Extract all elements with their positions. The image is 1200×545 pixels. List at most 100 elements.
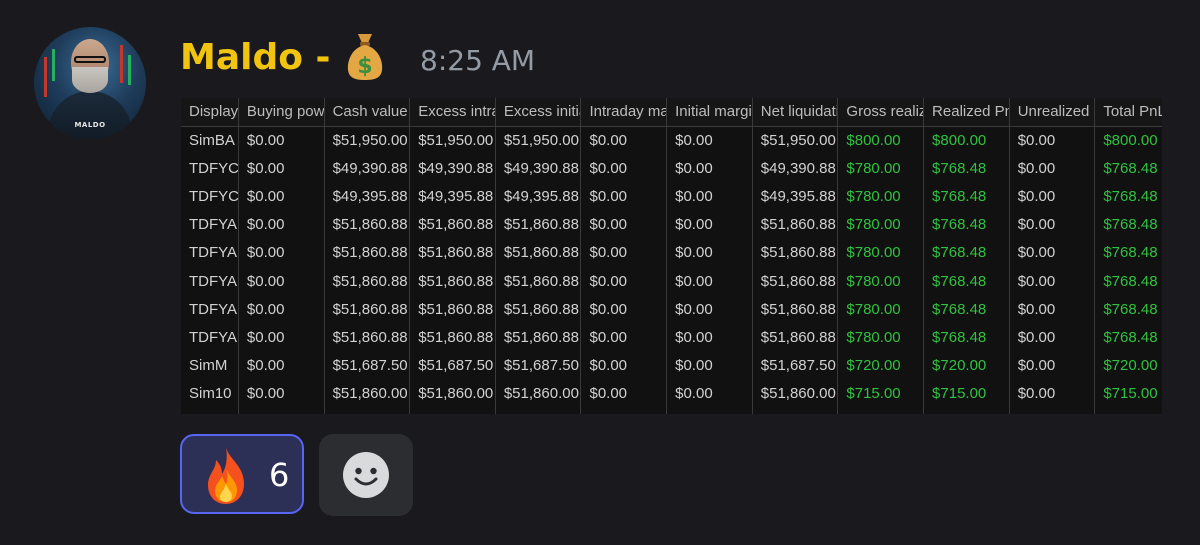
- table-cell: $51,860.88: [752, 295, 839, 324]
- table-cell: $51,687.50: [409, 351, 496, 380]
- column-header[interactable]: Unrealized: [1009, 98, 1096, 127]
- table-cell: $0.00: [580, 379, 668, 408]
- table-row[interactable]: TDFYA $0.00 $51,860.88 $51,860.88 $51,860.88…: [181, 295, 1162, 324]
- table-cell: $768.48: [923, 238, 1010, 267]
- table-cell: $51,860.00: [409, 379, 496, 408]
- column-header[interactable]: Excess intraday: [409, 98, 496, 127]
- table-cell: $0.00: [666, 295, 753, 324]
- table-cell: $780.00: [837, 238, 925, 267]
- table-cell: $780.00: [837, 210, 925, 239]
- table-cell: $51,860.88: [495, 266, 582, 296]
- column-header[interactable]: Intraday margin: [580, 98, 668, 127]
- smiley-icon: [343, 452, 389, 498]
- table-header-row: Display Buying power Cash value Excess intr…: [181, 98, 1162, 127]
- table-cell: TDFYA: [181, 210, 239, 239]
- table-cell: [181, 407, 239, 414]
- table-cell: $768.48: [1094, 154, 1162, 183]
- table-cell: $51,860.88: [324, 295, 411, 324]
- table-cell: [580, 407, 668, 414]
- table-cell: $51,860.88: [324, 238, 411, 267]
- column-header-label: Initial margin: [675, 103, 753, 121]
- table-row[interactable]: TDFYC $0.00 $49,395.88 $49,395.88 $49,395.88…: [181, 182, 1162, 211]
- table-cell: $49,390.88: [752, 154, 839, 183]
- table-row[interactable]: SimM $0.00 $51,687.50 $51,687.50 $51,687.50 $…: [181, 351, 1162, 380]
- column-header[interactable]: Gross realized▼: [837, 98, 925, 127]
- table-cell: $0.00: [666, 238, 753, 267]
- table-cell: $0.00: [1009, 379, 1096, 408]
- column-header-label: Cash value: [332, 103, 408, 121]
- message-timestamp[interactable]: 8:25 AM: [420, 44, 535, 78]
- table-cell: $0.00: [238, 266, 325, 296]
- avatar-glasses: [74, 56, 106, 63]
- column-header[interactable]: Cash value: [324, 98, 411, 127]
- author-avatar[interactable]: MALDO: [34, 27, 146, 139]
- table-cell: $715.00: [837, 379, 925, 408]
- table-cell: $51,860.88: [409, 238, 496, 267]
- column-header-label: Intraday margin: [589, 103, 665, 121]
- table-row[interactable]: TDFYA $0.00 $51,860.88 $51,860.88 $51,860.88…: [181, 210, 1162, 239]
- column-header-label: Realized PnL: [932, 103, 1008, 121]
- table-row[interactable]: TDFYA $0.00 $51,860.88 $51,860.88 $51,860.88…: [181, 238, 1162, 267]
- chart-bar: [44, 57, 47, 97]
- avatar-body: [48, 91, 132, 139]
- table-cell: $0.00: [580, 238, 668, 267]
- accounts-table: Display Buying power Cash value Excess intr…: [181, 98, 1162, 414]
- table-cell: [837, 407, 925, 414]
- table-cell: [495, 407, 582, 414]
- table-cell: $51,860.88: [752, 210, 839, 239]
- table-cell: $51,860.88: [324, 323, 411, 352]
- table-cell: $51,950.00: [409, 126, 496, 155]
- table-cell: $0.00: [666, 210, 753, 239]
- table-cell: $0.00: [238, 295, 325, 324]
- table-cell: $51,860.88: [409, 210, 496, 239]
- table-cell: $0.00: [1009, 323, 1096, 352]
- table-cell: $768.48: [1094, 266, 1162, 296]
- column-header[interactable]: Display: [181, 98, 239, 127]
- column-header-label: Display: [189, 103, 239, 121]
- table-cell: [324, 407, 411, 414]
- table-row[interactable]: Sim10 $0.00 $51,860.00 $51,860.00 $51,860.00…: [181, 379, 1162, 408]
- table-cell: $800.00: [837, 126, 925, 155]
- table-cell: $715.00: [1094, 379, 1162, 408]
- table-cell: $780.00: [837, 323, 925, 352]
- table-cell: $780.00: [837, 182, 925, 211]
- table-cell: $0.00: [1009, 351, 1096, 380]
- table-cell: $51,860.88: [752, 323, 839, 352]
- column-header[interactable]: Buying power: [238, 98, 325, 127]
- table-cell: $0.00: [238, 351, 325, 380]
- table-cell: $51,860.00: [752, 379, 839, 408]
- column-header[interactable]: Realized PnL: [923, 98, 1010, 127]
- table-cell: $0.00: [580, 154, 668, 183]
- table-cell: $780.00: [837, 295, 925, 324]
- table-cell: $768.48: [1094, 323, 1162, 352]
- add-reaction-button[interactable]: [319, 434, 413, 516]
- table-cell: $0.00: [666, 351, 753, 380]
- author-name[interactable]: Maldo -: [180, 33, 330, 83]
- table-cell: $0.00: [1009, 182, 1096, 211]
- table-cell: $49,390.88: [409, 154, 496, 183]
- table-cell: $0.00: [666, 126, 753, 155]
- chart-bar: [128, 55, 131, 85]
- table-cell: $768.48: [923, 154, 1010, 183]
- column-header[interactable]: Excess initial: [495, 98, 582, 127]
- table-cell: SimBA: [181, 126, 239, 155]
- table-cell: TDFYC: [181, 154, 239, 183]
- fire-reaction-button[interactable]: 6: [180, 434, 304, 514]
- table-cell: $51,950.00: [752, 126, 839, 155]
- column-header[interactable]: Initial margin: [666, 98, 753, 127]
- table-cell: $51,860.88: [324, 210, 411, 239]
- table-row[interactable]: TDFYC $0.00 $49,390.88 $49,390.88 $49,390.88…: [181, 154, 1162, 183]
- fire-icon: [208, 448, 244, 504]
- table-cell: $51,860.00: [324, 379, 411, 408]
- table-cell: $51,860.88: [409, 323, 496, 352]
- table-cell: $0.00: [666, 379, 753, 408]
- column-header[interactable]: Net liquidation: [752, 98, 839, 127]
- table-cell: SimM: [181, 351, 239, 380]
- column-header[interactable]: Total PnL: [1094, 98, 1162, 127]
- screenshot-attachment[interactable]: Display Buying power Cash value Excess intr…: [181, 98, 1162, 414]
- table-row[interactable]: SimBA $0.00 $51,950.00 $51,950.00 $51,950.00…: [181, 126, 1162, 155]
- table-cell: $51,950.00: [495, 126, 582, 155]
- table-row[interactable]: TDFYA $0.00 $51,860.88 $51,860.88 $51,860.88…: [181, 266, 1162, 296]
- table-row[interactable]: TDFYA $0.00 $51,860.88 $51,860.88 $51,860.88…: [181, 323, 1162, 352]
- table-cell: $0.00: [1009, 154, 1096, 183]
